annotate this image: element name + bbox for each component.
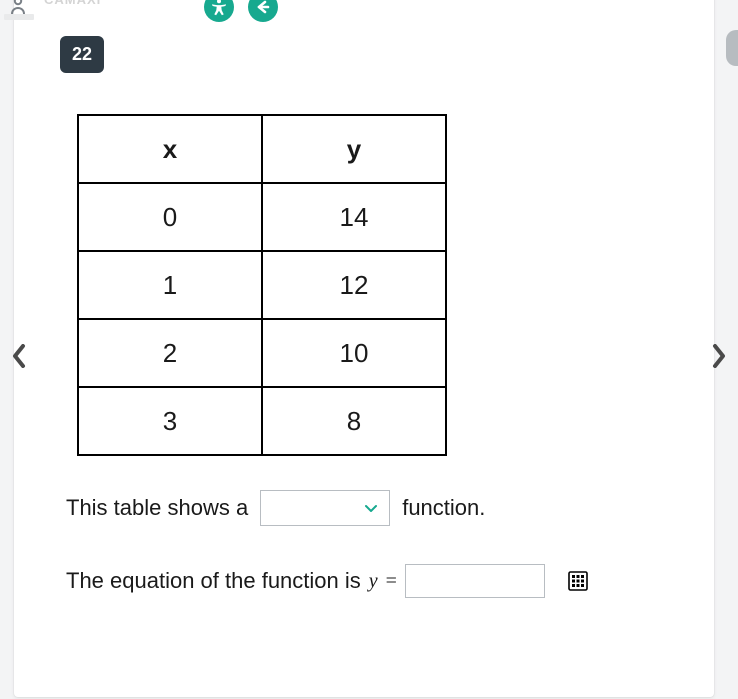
equation-input[interactable] xyxy=(405,564,545,598)
chevron-down-icon xyxy=(363,500,379,516)
brand-watermark: CAMAXI xyxy=(44,0,101,7)
equation-prompt-text: The equation of the function is xyxy=(66,568,361,594)
next-question-button[interactable] xyxy=(706,336,732,376)
keypad-button[interactable] xyxy=(567,570,589,592)
sentence-equation: The equation of the function is y = xyxy=(66,564,589,598)
cell-y: 8 xyxy=(262,387,446,455)
back-arrow-icon xyxy=(254,0,272,16)
variable-y: y xyxy=(369,570,378,593)
text-before-dropdown: This table shows a xyxy=(66,495,248,521)
col-header-x: x xyxy=(78,115,262,183)
table-row: 3 8 xyxy=(78,387,446,455)
cell-y: 14 xyxy=(262,183,446,251)
sentence-function-type: This table shows a function. xyxy=(66,490,485,526)
back-button[interactable] xyxy=(248,0,278,22)
data-table: x y 0 14 1 12 2 10 3 8 xyxy=(77,114,447,456)
text-after-dropdown: function. xyxy=(402,495,485,521)
cell-x: 3 xyxy=(78,387,262,455)
accessibility-button[interactable] xyxy=(204,0,234,22)
table-header-row: x y xyxy=(78,115,446,183)
cell-x: 2 xyxy=(78,319,262,387)
cell-x: 0 xyxy=(78,183,262,251)
cell-y: 10 xyxy=(262,319,446,387)
table-row: 0 14 xyxy=(78,183,446,251)
equals-sign: = xyxy=(386,570,397,593)
question-card: CAMAXI 22 x y 0 14 1 xyxy=(14,0,714,697)
accessibility-icon xyxy=(210,0,228,16)
table-row: 2 10 xyxy=(78,319,446,387)
pin-icon xyxy=(4,0,34,22)
edge-scroll-hint xyxy=(726,30,738,66)
question-number-badge: 22 xyxy=(60,36,104,73)
col-header-y: y xyxy=(262,115,446,183)
cell-x: 1 xyxy=(78,251,262,319)
prev-question-button[interactable] xyxy=(6,336,32,376)
cell-y: 12 xyxy=(262,251,446,319)
keypad-icon xyxy=(568,571,588,591)
table-row: 1 12 xyxy=(78,251,446,319)
function-type-dropdown[interactable] xyxy=(260,490,390,526)
